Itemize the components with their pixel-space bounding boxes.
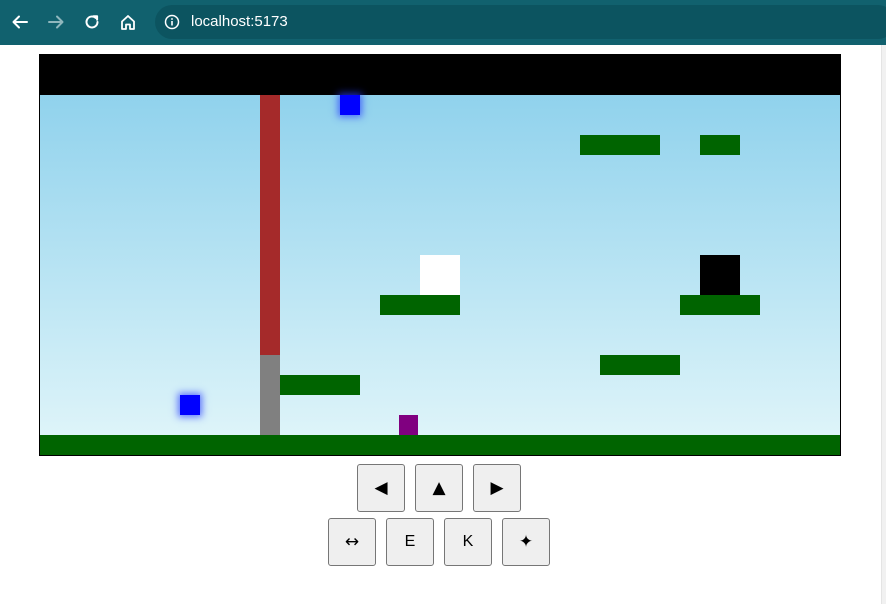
red-wall [260, 95, 280, 355]
reload-icon [85, 15, 99, 29]
e-button[interactable]: E [386, 518, 434, 566]
arrow-left-icon [12, 15, 28, 29]
gray-wall-base [260, 355, 280, 435]
back-button[interactable] [6, 8, 34, 36]
hud-bar [40, 55, 840, 95]
blue-gem [180, 395, 200, 415]
move-right-button[interactable]: ▶ [473, 464, 521, 512]
platform [580, 135, 660, 155]
player-character [399, 415, 418, 435]
info-icon [164, 14, 180, 30]
white-block [420, 255, 460, 295]
platform [600, 355, 680, 375]
blue-gem [340, 95, 360, 115]
jump-button[interactable]: ▲ [415, 464, 463, 512]
reload-button[interactable] [78, 8, 106, 36]
address-bar[interactable]: localhost:5173 [155, 5, 886, 39]
black-block [700, 255, 740, 295]
platform [680, 295, 760, 315]
ground [40, 435, 840, 455]
move-left-button[interactable]: ◀ [357, 464, 405, 512]
arrow-right-icon [48, 15, 64, 29]
page-scrollbar[interactable] [881, 45, 886, 604]
platform [700, 135, 740, 155]
url-text: localhost:5173 [191, 13, 288, 30]
site-info-button[interactable] [161, 11, 183, 33]
platform [280, 375, 360, 395]
game-canvas[interactable] [39, 54, 841, 456]
k-button[interactable]: K [444, 518, 492, 566]
special-button[interactable]: ✦ [502, 518, 550, 566]
home-icon [121, 15, 135, 30]
swap-button[interactable]: ↔ [328, 518, 376, 566]
browser-toolbar: localhost:5173 [0, 0, 886, 45]
home-button[interactable] [114, 8, 142, 36]
platform [380, 295, 460, 315]
forward-button[interactable] [42, 8, 70, 36]
